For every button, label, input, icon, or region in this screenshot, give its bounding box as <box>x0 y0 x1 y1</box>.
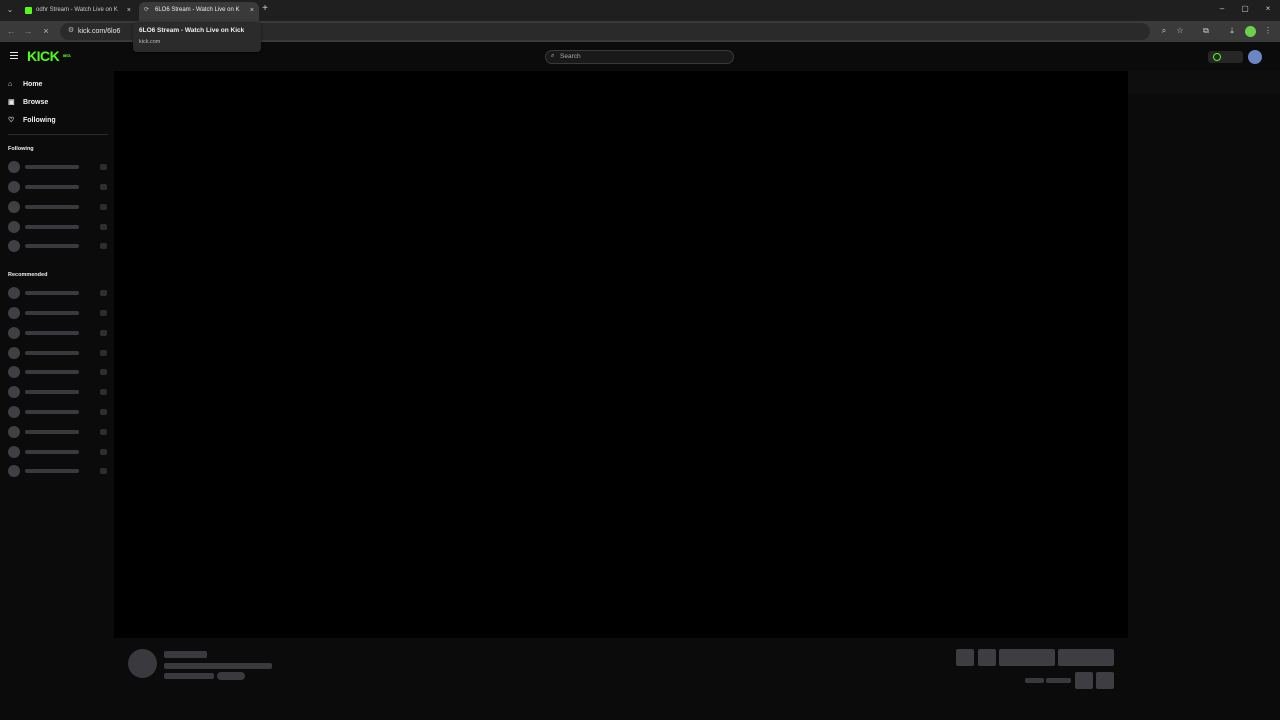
sidebar-item-following[interactable]: ♡ Following <box>8 115 56 127</box>
sidebar-item-browse[interactable]: ▣ Browse <box>8 97 48 109</box>
list-item[interactable] <box>8 307 108 319</box>
sidebar-divider <box>8 134 108 135</box>
chat-panel <box>1128 71 1280 638</box>
list-item[interactable] <box>8 181 108 193</box>
skeleton-button[interactable] <box>978 649 996 666</box>
skeleton-line <box>1046 678 1071 683</box>
list-item[interactable] <box>8 327 108 339</box>
recommended-section-label: Recommended <box>8 272 48 278</box>
list-item[interactable] <box>8 287 108 299</box>
tab-title: 6LO6 Stream - Watch Live on K <box>155 7 240 13</box>
skeleton-line <box>1025 678 1044 683</box>
skeleton-pill <box>217 672 245 680</box>
list-item[interactable] <box>8 161 108 173</box>
tab-search-icon[interactable]: ⌄ <box>4 4 16 16</box>
browser-tab-odhr[interactable]: odhr Stream - Watch Live on Ki × <box>20 2 136 21</box>
tooltip-domain: kick.com <box>139 39 161 45</box>
list-item[interactable] <box>8 386 108 398</box>
tab-close-icon[interactable]: × <box>127 2 131 19</box>
skeleton-button[interactable] <box>1096 672 1114 689</box>
following-section-label: Following <box>8 146 34 152</box>
chat-header <box>1128 71 1280 94</box>
stream-info-skeleton <box>114 638 1128 720</box>
search-icon: ⌕ <box>551 53 555 59</box>
skeleton-line <box>164 651 207 658</box>
list-item[interactable] <box>8 406 108 418</box>
video-player[interactable] <box>114 71 1128 638</box>
sidebar: ⌂ Home ▣ Browse ♡ Following Following Recom… <box>0 71 114 720</box>
skeleton-button[interactable] <box>999 649 1055 666</box>
minimize-button[interactable]: – <box>1215 3 1229 15</box>
zoom-icon[interactable]: ⌕ <box>1158 25 1170 37</box>
menu-kebab-icon[interactable]: ⋮ <box>1262 25 1274 37</box>
sidebar-item-label: Following <box>23 117 56 124</box>
tab-close-icon[interactable]: × <box>250 2 254 19</box>
streamer-avatar[interactable] <box>128 649 157 678</box>
tab-title: odhr Stream - Watch Live on Ki <box>36 7 118 13</box>
list-item[interactable] <box>8 347 108 359</box>
skeleton-button[interactable] <box>1075 672 1093 689</box>
tab-hover-tooltip: 6LO6 Stream - Watch Live on Kick kick.co… <box>133 22 261 52</box>
search-input[interactable]: ⌕ Search <box>545 50 734 64</box>
list-item[interactable] <box>8 221 108 233</box>
hamburger-menu-icon[interactable] <box>10 52 18 60</box>
skeleton-button[interactable] <box>1058 649 1114 666</box>
tooltip-title: 6LO6 Stream - Watch Live on Kick <box>139 27 245 34</box>
list-item[interactable] <box>8 446 108 458</box>
new-tab-button[interactable]: + <box>260 3 270 15</box>
search-placeholder: Search <box>560 53 581 60</box>
user-avatar[interactable] <box>1248 50 1262 64</box>
browser-tab-6lo6[interactable]: ⟳ 6LO6 Stream - Watch Live on K × <box>139 2 259 21</box>
list-item[interactable] <box>8 465 108 477</box>
skeleton-line <box>164 673 214 679</box>
status-ring-icon <box>1213 53 1221 61</box>
kick-favicon-icon <box>25 7 32 14</box>
kick-logo[interactable]: KICK BETA <box>27 48 71 64</box>
list-item[interactable] <box>8 240 108 252</box>
list-item[interactable] <box>8 366 108 378</box>
browser-tab-strip: ⌄ odhr Stream - Watch Live on Ki × ⟳ 6LO… <box>0 0 1280 21</box>
skeleton-line <box>164 663 272 669</box>
logo-beta-badge: BETA <box>63 54 71 58</box>
forward-icon[interactable]: → <box>22 25 34 37</box>
site-info-icon[interactable]: ⚙ <box>66 26 76 36</box>
bookmark-star-icon[interactable]: ☆ <box>1174 25 1186 37</box>
sidebar-item-label: Browse <box>23 99 49 106</box>
logo-text: KICK <box>27 48 60 64</box>
skeleton-button[interactable] <box>956 649 974 666</box>
stop-loading-icon[interactable]: × <box>40 25 52 37</box>
sidebar-item-home[interactable]: ⌂ Home <box>8 79 42 91</box>
extensions-icon[interactable]: ⧉ <box>1200 25 1212 37</box>
header-action-chip[interactable] <box>1208 51 1243 63</box>
profile-avatar[interactable] <box>1245 26 1256 37</box>
heart-icon: ♡ <box>8 117 15 124</box>
url-text[interactable]: kick.com/6lo6 <box>78 23 120 40</box>
maximize-button[interactable]: ▢ <box>1238 3 1252 15</box>
list-item[interactable] <box>8 201 108 213</box>
browse-icon: ▣ <box>8 99 15 106</box>
downloads-icon[interactable]: ⤓ <box>1226 25 1238 37</box>
sidebar-item-label: Home <box>23 81 43 88</box>
home-icon: ⌂ <box>8 81 13 88</box>
list-item[interactable] <box>8 426 108 438</box>
back-icon[interactable]: ← <box>5 25 17 37</box>
window-close-button[interactable]: × <box>1261 3 1275 15</box>
loading-favicon-icon: ⟳ <box>144 7 150 13</box>
